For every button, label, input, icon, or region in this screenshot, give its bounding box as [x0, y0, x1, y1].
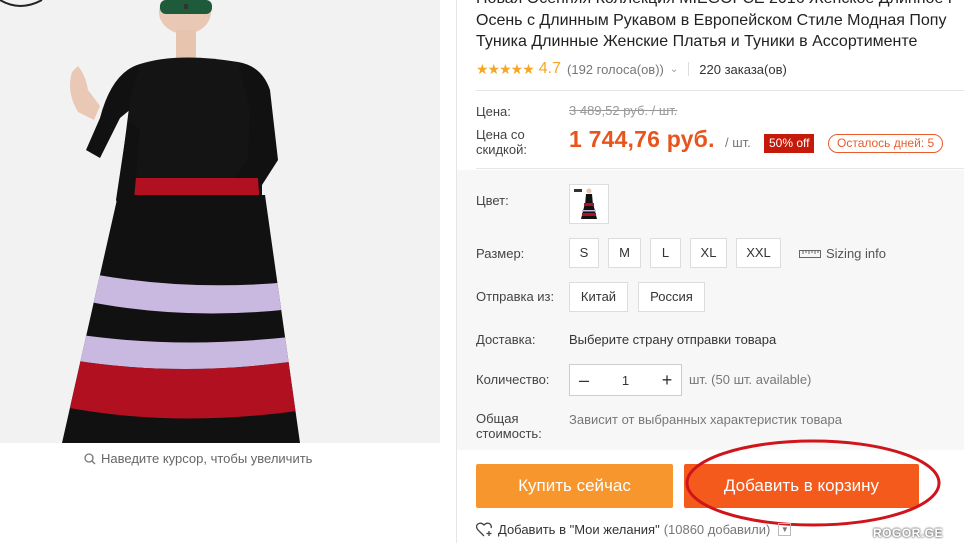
ship-from-china[interactable]: Китай: [569, 282, 628, 312]
minus-icon[interactable]: –: [570, 365, 598, 395]
product-image[interactable]: [0, 0, 440, 443]
title-line: Осень с Длинным Рукавом в Европейском Ст…: [476, 11, 947, 29]
size-option-s[interactable]: S: [569, 238, 599, 268]
plus-icon[interactable]: +: [653, 365, 681, 395]
options-panel: [457, 170, 964, 450]
days-left-badge: Осталось дней: 5: [828, 134, 944, 153]
size-option-xl[interactable]: XL: [690, 238, 727, 268]
quantity-stepper: – 1 +: [569, 364, 682, 396]
price-label: Цена:: [476, 104, 511, 119]
label-line: Общая: [476, 411, 519, 426]
discount-price: 1 744,76 руб.: [569, 126, 715, 152]
title-line: Туника Длинные Женские Платья и Туники в…: [476, 33, 918, 50]
star-rating-icon: ★★★★★: [476, 60, 535, 77]
dress-illustration: [0, 0, 300, 443]
divider: [476, 168, 964, 169]
orders-count: 220 заказа(ов): [699, 61, 787, 77]
delivery-label: Доставка:: [476, 332, 536, 347]
wishlist-text: Добавить в "Мои желания": [498, 522, 660, 537]
ship-from-label: Отправка из:: [476, 289, 555, 304]
zoom-hint-text: Наведите курсор, чтобы увеличить: [101, 451, 313, 466]
total-label: Общая стоимость:: [476, 411, 542, 441]
discount-badge: 50% off: [764, 134, 815, 153]
size-option-m[interactable]: M: [608, 238, 641, 268]
size-option-l[interactable]: L: [650, 238, 681, 268]
rating-row: ★★★★★ 4.7 (192 голоса(ов)) ⌄ 220 заказа(…: [476, 60, 787, 78]
divider: [476, 90, 964, 91]
label-line: скидкой:: [476, 142, 527, 157]
color-swatch[interactable]: [569, 184, 609, 224]
rating-value: 4.7: [538, 60, 562, 77]
wishlist-link[interactable]: Добавить в "Мои желания" (10860 добавили…: [476, 522, 792, 537]
sizing-info-text: Sizing info: [826, 246, 886, 261]
wishlist-count: (10860 добавили): [663, 522, 771, 537]
dress-thumbnail: [574, 188, 597, 219]
ruler-icon: [799, 249, 821, 258]
old-price: 3 489,52 руб. / шт.: [569, 103, 678, 118]
color-label: Цвет:: [476, 193, 509, 208]
label-line: Цена со: [476, 127, 525, 142]
divider: [688, 62, 690, 76]
zoom-hint: Наведите курсор, чтобы увеличить: [84, 451, 312, 466]
title-line: Новая Осенняя Коллекция MIEGOFCE 2016 Же…: [476, 0, 964, 10]
votes-link[interactable]: (192 голоса(ов)): [567, 62, 664, 77]
quantity-label: Количество:: [476, 372, 550, 387]
sizing-info-link[interactable]: Sizing info: [799, 246, 886, 261]
discount-price-label: Цена со скидкой:: [476, 127, 527, 157]
heart-plus-icon: [476, 522, 492, 537]
chevron-down-icon[interactable]: ▼: [778, 523, 792, 536]
label-line: стоимость:: [476, 426, 542, 441]
ship-from-russia[interactable]: Россия: [638, 282, 705, 312]
size-label: Размер:: [476, 246, 525, 261]
quantity-available: шт. (50 шт. available): [689, 372, 812, 387]
quantity-input[interactable]: 1: [598, 373, 653, 388]
size-option-xxl[interactable]: XXL: [736, 238, 781, 268]
search-icon: [84, 452, 96, 464]
buy-now-button[interactable]: Купить сейчас: [476, 464, 673, 508]
chevron-down-icon[interactable]: ⌄: [670, 64, 678, 75]
delivery-text: Выберите страну отправки товара: [569, 332, 777, 347]
total-text: Зависит от выбранных характеристик товар…: [569, 412, 842, 427]
product-title: Новая Осенняя Коллекция MIEGOFCE 2016 Же…: [476, 0, 964, 53]
add-to-cart-button[interactable]: Добавить в корзину: [684, 464, 919, 508]
price-unit: / шт.: [725, 135, 751, 150]
watermark: ROGOR.GE: [873, 526, 944, 540]
